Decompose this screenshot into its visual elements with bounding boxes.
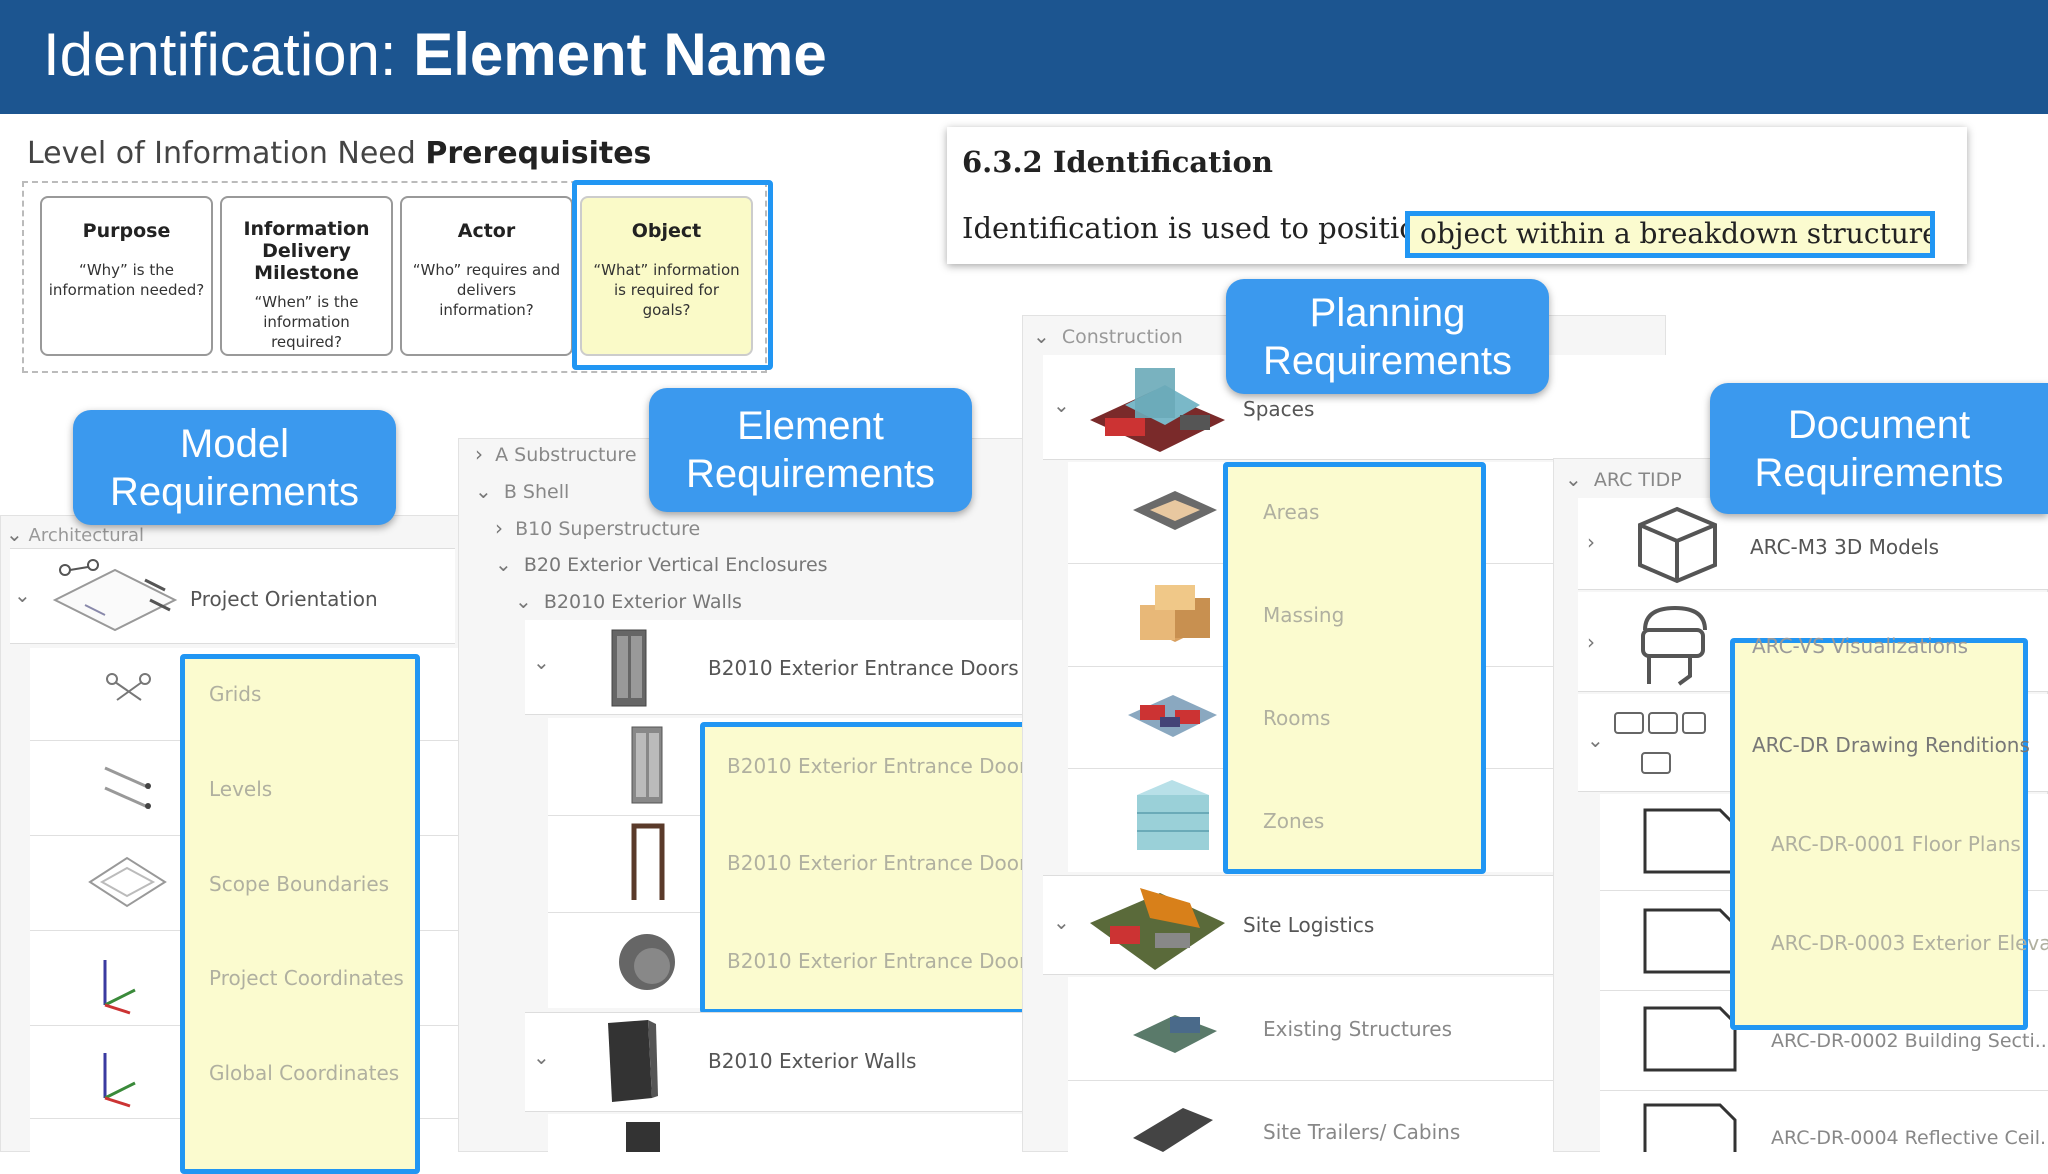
excerpt-text: Identification is used to position an (962, 211, 1481, 245)
arc-vs-label[interactable]: ARC-VS Visualizations (1752, 634, 1968, 658)
massing-icon (1140, 585, 1210, 642)
arc-tidp-root[interactable]: ⌄ ARC TIDP (1565, 467, 1682, 491)
exterior-walls-row[interactable]: ⌄ B2010 Exterior Walls (515, 589, 742, 613)
model-requirements-callout: Model Requirements (73, 410, 396, 525)
massing-label[interactable]: Massing (1263, 603, 1344, 627)
object-highlight-frame (572, 180, 773, 370)
areas-label[interactable]: Areas (1263, 500, 1319, 524)
site-logistics-icon (1090, 888, 1225, 970)
arc-m3-label: ARC-M3 3D Models (1750, 535, 1940, 559)
zones-icon (1137, 780, 1209, 850)
actor-card: Actor “Who” requires and delivers inform… (400, 196, 573, 356)
chevron-down-icon[interactable]: ⌄ (1053, 910, 1070, 934)
door-handle-label[interactable]: B2010 Exterior Entrance Door Ha (727, 949, 1061, 973)
door-panel-icon (631, 726, 663, 804)
chevron-down-icon[interactable]: ⌄ (533, 650, 550, 674)
scope-boundaries-icon (88, 856, 167, 908)
planning-requirements-callout: Planning Requirements (1226, 279, 1549, 394)
loin-heading: Level of Information Need Prerequisites (27, 136, 652, 171)
grids-icon (106, 673, 151, 701)
document-requirements-callout: Document Requirements (1710, 383, 2048, 514)
model-tree-root[interactable]: ⌄ Architectural (6, 522, 144, 546)
reflective-ceiling-label[interactable]: ARC-DR-0004 Reflective Ceil... (1771, 1127, 2048, 1149)
global-coordinates-label[interactable]: Global Coordinates (209, 1061, 399, 1085)
slide-title: Identification: Element Name (43, 21, 827, 88)
spaces-label: Spaces (1243, 397, 1315, 421)
door-icon (611, 629, 647, 707)
rooms-label[interactable]: Rooms (1263, 706, 1330, 730)
chevron-right-icon[interactable]: › (1587, 530, 1595, 554)
chevron-down-icon[interactable]: ⌄ (1053, 393, 1070, 417)
zones-label[interactable]: Zones (1263, 809, 1324, 833)
rooms-icon (1128, 695, 1217, 737)
global-coordinates-icon (103, 1053, 136, 1108)
cube-icon (1638, 506, 1717, 584)
floor-plans-label[interactable]: ARC-DR-0001 Floor Plans (1771, 832, 2021, 856)
door-item-label[interactable]: B2010 Exterior Entrance Doors (727, 754, 1038, 778)
project-orientation-label: Project Orientation (190, 587, 378, 611)
exterior-vertical-enclosures-row[interactable]: ⌄ B20 Exterior Vertical Enclosures (495, 552, 828, 576)
project-coordinates-label[interactable]: Project Coordinates (209, 966, 404, 990)
door-frame-label[interactable]: B2010 Exterior Entrance Door Fr (727, 851, 1052, 875)
chevron-down-icon[interactable]: ⌄ (1587, 728, 1604, 752)
drawing-sheet-icon (1643, 1006, 1737, 1072)
superstructure-row[interactable]: › B10 Superstructure (495, 516, 700, 540)
title-bar: Identification: Element Name (0, 0, 2048, 114)
wall-item-icon (626, 1122, 660, 1152)
construction-root[interactable]: ⌄ Construction (1033, 324, 1183, 348)
exterior-walls-label: B2010 Exterior Walls (708, 1049, 917, 1073)
exterior-entrance-doors-label: B2010 Exterior Entrance Doors (708, 656, 1019, 680)
existing-structures-icon (1133, 1015, 1217, 1053)
areas-icon (1133, 491, 1217, 530)
excerpt-highlight: object within a breakdown structure. (1405, 211, 1935, 258)
spaces-icon (1090, 368, 1225, 452)
site-trailers-label[interactable]: Site Trailers/ Cabins (1263, 1120, 1460, 1144)
grids-label[interactable]: Grids (209, 682, 261, 706)
substructure-row[interactable]: › A Substructure (475, 442, 637, 466)
excerpt-heading: 6.3.2 Identification (962, 145, 1273, 179)
exterior-elevations-label[interactable]: ARC-DR-0003 Exterior Eleva (1771, 931, 2048, 955)
site-trailers-icon (1133, 1108, 1213, 1152)
levels-icon (104, 766, 151, 810)
drawing-sheet-icon (1643, 1103, 1737, 1152)
milestone-card: Information Delivery Milestone “When” is… (220, 196, 393, 356)
chevron-down-icon[interactable]: ⌄ (14, 583, 31, 607)
existing-structures-label[interactable]: Existing Structures (1263, 1017, 1452, 1041)
arc-dr-label[interactable]: ARC-DR Drawing Renditions (1752, 733, 2030, 757)
wall-icon (608, 1020, 658, 1102)
door-frame-icon (631, 823, 665, 900)
door-handle-icon (619, 934, 675, 990)
chevron-down-icon[interactable]: ⌄ (533, 1045, 550, 1069)
model-items-highlight (180, 654, 420, 1174)
purpose-card: Purpose “Why” is the information needed? (40, 196, 213, 356)
drawings-icon (1614, 712, 1706, 774)
element-requirements-callout: Element Requirements (649, 388, 972, 512)
project-coordinates-icon (103, 960, 136, 1015)
project-orientation-icon (52, 559, 178, 632)
building-sections-label[interactable]: ARC-DR-0002 Building Secti... (1771, 1030, 2048, 1052)
site-logistics-label: Site Logistics (1243, 913, 1375, 937)
scope-boundaries-label[interactable]: Scope Boundaries (209, 872, 389, 896)
shell-row[interactable]: ⌄ B Shell (475, 479, 569, 503)
vr-headset-icon (1641, 605, 1707, 686)
chevron-right-icon[interactable]: › (1587, 630, 1595, 654)
drawing-sheet-icon (1643, 808, 1737, 874)
levels-label[interactable]: Levels (209, 777, 272, 801)
drawing-sheet-icon (1643, 908, 1737, 974)
